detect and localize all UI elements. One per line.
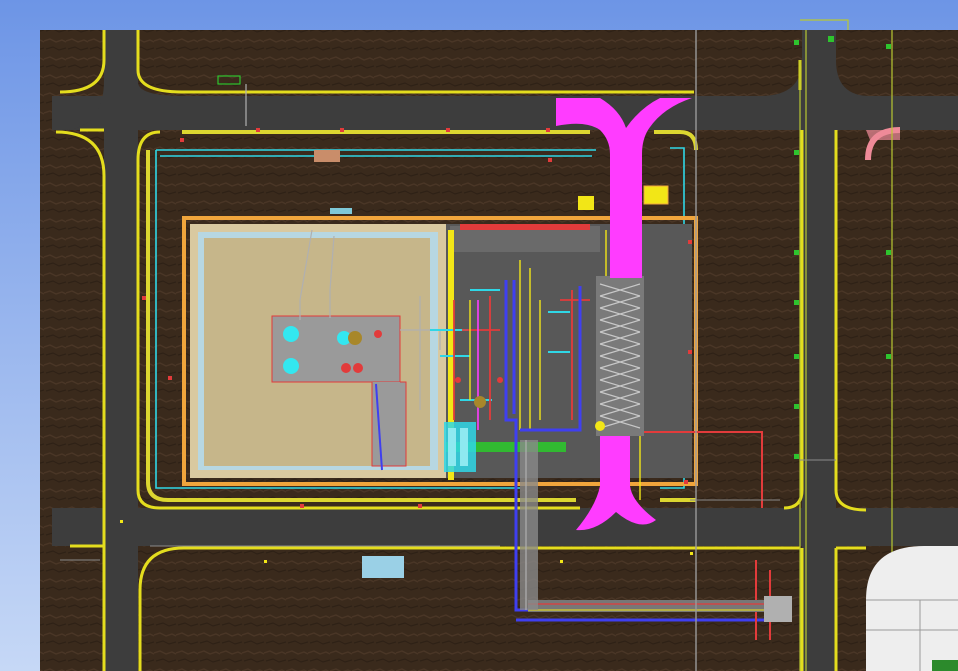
control-box[interactable]	[578, 196, 594, 210]
pump-icon[interactable]	[341, 363, 351, 373]
adjacent-plot	[866, 546, 958, 671]
heat-exchanger-icon[interactable]	[595, 276, 644, 436]
inlet-structure	[330, 208, 352, 214]
substation[interactable]	[362, 556, 404, 578]
road-east	[802, 30, 836, 671]
pump-icon[interactable]	[348, 331, 362, 345]
gatehouse[interactable]	[314, 150, 340, 162]
site-plan-viewport[interactable]	[0, 0, 958, 671]
road-west	[104, 30, 138, 671]
control-box[interactable]	[643, 185, 669, 205]
pump-icon[interactable]	[353, 363, 363, 373]
equipment-header-bar	[460, 224, 590, 230]
pump-icon[interactable]	[474, 396, 486, 408]
tank-icon[interactable]	[283, 326, 299, 342]
valve-station[interactable]	[764, 596, 792, 622]
utility-units[interactable]	[444, 422, 476, 472]
tank-icon[interactable]	[283, 358, 299, 374]
